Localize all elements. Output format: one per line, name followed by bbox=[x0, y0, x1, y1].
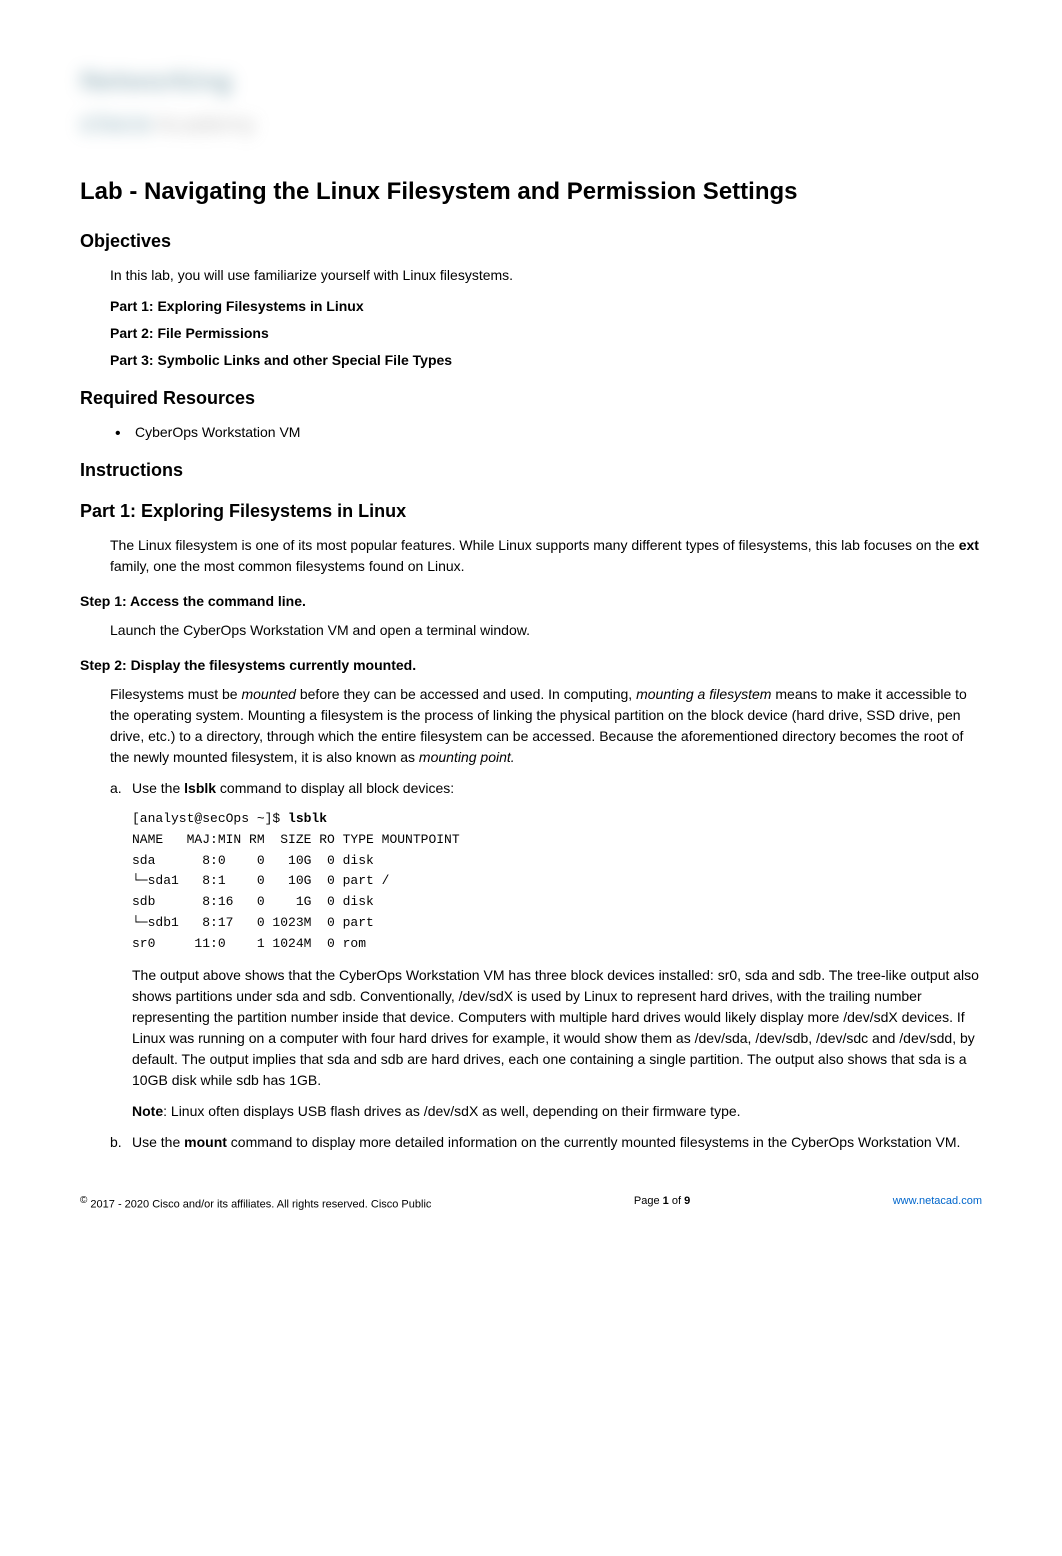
step-2-intro: Filesystems must be mounted before they … bbox=[110, 684, 982, 768]
step-2-intro-1: Filesystems must be bbox=[110, 686, 241, 702]
code-prompt: [analyst@secOps ~]$ bbox=[132, 811, 288, 826]
step-2-intro-italic-3: mounting point. bbox=[419, 749, 515, 765]
step-2-note-text: : Linux often displays USB flash drives … bbox=[163, 1103, 740, 1119]
objectives-intro: In this lab, you will use familiarize yo… bbox=[110, 265, 982, 286]
logo-text-cisco: cisco bbox=[80, 107, 152, 138]
footer-center-mid: of bbox=[669, 1195, 684, 1207]
step-2-a-label: a. bbox=[110, 778, 132, 799]
required-resources-heading: Required Resources bbox=[80, 385, 982, 412]
lab-title: Lab - Navigating the Linux Filesystem an… bbox=[80, 174, 982, 210]
logo-text-networking: Networking bbox=[80, 65, 232, 96]
step-2-heading: Step 2: Display the filesystems currentl… bbox=[80, 655, 982, 676]
part-1-intro-pre: The Linux filesystem is one of its most … bbox=[110, 537, 959, 553]
step-2-b-text-pre: Use the bbox=[132, 1134, 184, 1150]
objectives-part-3: Part 3: Symbolic Links and other Special… bbox=[110, 350, 982, 371]
footer-left-text: 2017 - 2020 Cisco and/or its affiliates.… bbox=[87, 1198, 431, 1210]
step-2-item-b: b. Use the mount command to display more… bbox=[110, 1132, 982, 1153]
code-line-6: sr0 11:0 1 1024M 0 rom bbox=[132, 936, 366, 951]
part-1-intro-bold: ext bbox=[959, 537, 979, 553]
code-line-4: sdb 8:16 0 1G 0 disk bbox=[132, 894, 374, 909]
step-2-intro-italic-1: mounted bbox=[241, 686, 295, 702]
objectives-part-1: Part 1: Exploring Filesystems in Linux bbox=[110, 296, 982, 317]
part-1-heading: Part 1: Exploring Filesystems in Linux bbox=[80, 498, 982, 525]
objectives-heading: Objectives bbox=[80, 228, 982, 255]
code-line-1: NAME MAJ:MIN RM SIZE RO TYPE MOUNTPOINT bbox=[132, 832, 460, 847]
logo-line-1: Networking bbox=[80, 60, 982, 102]
lsblk-code-block: [analyst@secOps ~]$ lsblk NAME MAJ:MIN R… bbox=[132, 809, 982, 955]
step-2-a-text: Use the lsblk command to display all blo… bbox=[132, 778, 982, 799]
step-2-intro-italic-2: mounting a filesystem bbox=[636, 686, 771, 702]
footer-left: © 2017 - 2020 Cisco and/or its affiliate… bbox=[80, 1193, 431, 1213]
objectives-part-2: Part 2: File Permissions bbox=[110, 323, 982, 344]
page-footer: © 2017 - 2020 Cisco and/or its affiliate… bbox=[80, 1193, 982, 1213]
code-line-3: └─sda1 8:1 0 10G 0 part / bbox=[132, 873, 389, 888]
code-line-2: sda 8:0 0 10G 0 disk bbox=[132, 853, 374, 868]
step-2-b-text-post: command to display more detailed informa… bbox=[227, 1134, 961, 1150]
logo-text-academy: Academy bbox=[156, 111, 256, 138]
logo-line-2: cisco Academy bbox=[80, 102, 982, 144]
step-2-item-a: a. Use the lsblk command to display all … bbox=[110, 778, 982, 799]
step-2-a-text-post: command to display all block devices: bbox=[216, 780, 454, 796]
step-2-b-text: Use the mount command to display more de… bbox=[132, 1132, 982, 1153]
step-2-b-text-bold: mount bbox=[184, 1134, 227, 1150]
step-2-note: Note: Linux often displays USB flash dri… bbox=[132, 1101, 982, 1122]
code-line-5: └─sdb1 8:17 0 1023M 0 part bbox=[132, 915, 374, 930]
step-1-heading: Step 1: Access the command line. bbox=[80, 591, 982, 612]
logo-area: Networking cisco Academy bbox=[80, 60, 982, 144]
part-1-intro: The Linux filesystem is one of its most … bbox=[110, 535, 982, 577]
instructions-heading: Instructions bbox=[80, 457, 982, 484]
step-2-a-text-bold: lsblk bbox=[184, 780, 216, 796]
footer-center: Page 1 of 9 bbox=[634, 1193, 690, 1213]
step-2-a-text-pre: Use the bbox=[132, 780, 184, 796]
step-2-explain: The output above shows that the CyberOps… bbox=[132, 965, 982, 1091]
required-resources-item: CyberOps Workstation VM bbox=[135, 422, 982, 443]
part-1-intro-post: family, one the most common filesystems … bbox=[110, 558, 465, 574]
footer-right-link[interactable]: www.netacad.com bbox=[893, 1193, 982, 1213]
footer-page-total: 9 bbox=[684, 1195, 690, 1207]
step-2-b-label: b. bbox=[110, 1132, 132, 1153]
step-2-note-bold: Note bbox=[132, 1103, 163, 1119]
code-command: lsblk bbox=[288, 811, 327, 826]
step-1-text: Launch the CyberOps Workstation VM and o… bbox=[110, 620, 982, 641]
footer-center-pre: Page bbox=[634, 1195, 663, 1207]
step-2-intro-2: before they can be accessed and used. In… bbox=[296, 686, 636, 702]
